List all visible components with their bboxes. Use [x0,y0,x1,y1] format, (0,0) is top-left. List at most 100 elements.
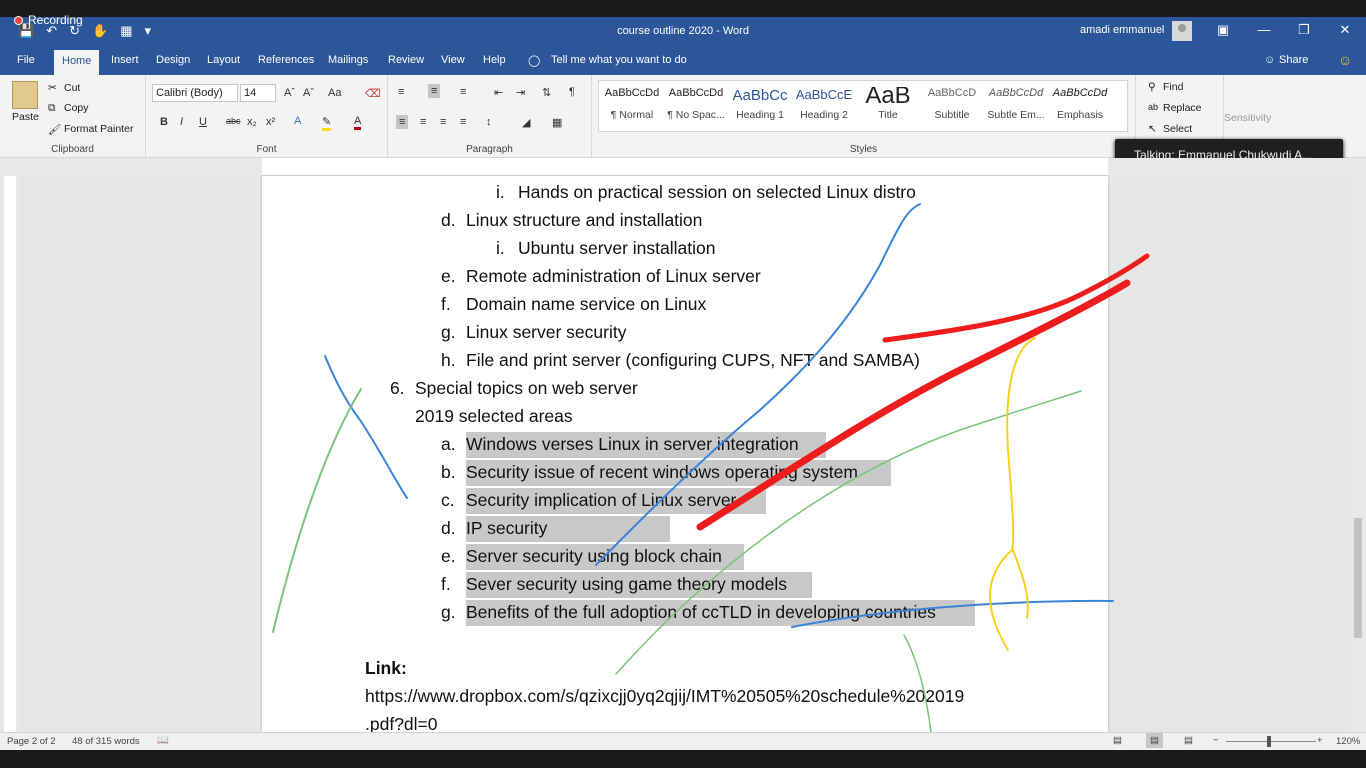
increase-indent-icon[interactable]: ⇥ [516,86,525,99]
align-right-icon[interactable]: ≡ [440,116,446,128]
vertical-scrollbar[interactable] [1350,158,1366,732]
zoom-out-icon[interactable]: − [1213,735,1219,746]
style-subtitle[interactable]: AaBbCcD Subtitle [921,87,983,121]
read-mode-icon[interactable]: ▤ [1113,735,1122,746]
tell-me-search[interactable]: Tell me what you want to do [551,54,687,66]
shrink-font-icon[interactable]: Aˇ [303,87,314,99]
style-emphasis[interactable]: AaBbCcDd Emphasis [1049,87,1111,121]
grow-font-icon[interactable]: Aˆ [284,87,295,99]
borders-icon[interactable]: ▦ [552,116,562,129]
sensitivity-button[interactable]: Sensitivity [1224,112,1271,124]
zoom-slider-thumb[interactable] [1267,736,1271,747]
copy-icon[interactable]: ⧉ [48,102,56,115]
list-item[interactable]: Server security using block chain [466,546,722,567]
list-item[interactable]: Benefits of the full adoption of ccTLD i… [466,602,936,623]
proofing-icon[interactable]: 📖 [157,735,169,746]
style-subtle-emphasis[interactable]: AaBbCcDd Subtle Em... [985,87,1047,121]
replace-button[interactable]: Replace [1163,102,1202,114]
close-icon[interactable]: ✕ [1335,22,1355,38]
vertical-ruler[interactable] [0,176,20,732]
link-line-2[interactable]: .pdf?dl=0 [365,714,438,732]
tab-design[interactable]: Design [156,54,190,66]
minimize-icon[interactable]: — [1254,22,1274,37]
word-count[interactable]: 48 of 315 words [72,736,140,747]
numbering-icon[interactable]: ≡ [428,84,441,98]
list-item[interactable]: 2019 selected areas [415,406,573,427]
list-item[interactable]: Security implication of Linux server [466,490,736,511]
text-effects-icon[interactable]: A [294,115,301,127]
clear-formatting-icon[interactable]: ⌫ [365,87,381,100]
list-item[interactable]: Security issue of recent windows operati… [466,462,858,483]
copy-button[interactable]: Copy [64,102,89,114]
select-button[interactable]: Select [1163,123,1192,135]
bullets-icon[interactable]: ≡ [398,86,404,98]
tab-file[interactable]: File [17,54,35,66]
horizontal-ruler[interactable] [262,158,1108,176]
web-layout-icon[interactable]: ▤ [1184,735,1193,746]
list-item[interactable]: File and print server (configuring CUPS,… [466,350,920,371]
tab-insert[interactable]: Insert [111,54,139,66]
select-icon[interactable]: ↖ [1148,123,1157,135]
style-normal[interactable]: AaBbCcDd ¶ Normal [601,87,663,121]
multilevel-list-icon[interactable]: ≡ [460,86,466,98]
font-color-icon[interactable]: A [354,115,362,130]
avatar[interactable] [1172,21,1192,41]
underline-icon[interactable]: U [199,116,207,128]
format-painter-button[interactable]: Format Painter [64,123,133,135]
shading-icon[interactable]: ◢ [522,116,530,129]
paste-icon[interactable] [12,81,38,109]
style-title[interactable]: AaB Title [857,87,919,121]
tab-mailings[interactable]: Mailings [328,54,368,66]
tab-home[interactable]: Home [54,50,100,75]
italic-icon[interactable]: I [180,116,183,128]
change-case-icon[interactable]: Aa [328,87,341,99]
justify-icon[interactable]: ≡ [460,116,466,128]
list-item[interactable]: Remote administration of Linux server [466,266,761,287]
font-size-select[interactable]: 14 [240,84,276,102]
tab-layout[interactable]: Layout [207,54,240,66]
list-item[interactable]: Domain name service on Linux [466,294,706,315]
format-painter-icon[interactable]: 🖌 [48,123,61,136]
line-spacing-icon[interactable]: ↕ [486,116,492,128]
find-icon[interactable]: ⚲ [1148,81,1156,93]
restore-icon[interactable]: ❐ [1294,22,1314,38]
list-item[interactable]: Sever security using game theory models [466,574,787,595]
strikethrough-icon[interactable]: abc [226,116,241,126]
bold-icon[interactable]: B [160,116,168,128]
list-item[interactable]: Hands on practical session on selected L… [518,182,916,203]
cut-button[interactable]: Cut [64,82,80,94]
zoom-level[interactable]: 120% [1336,736,1360,747]
list-item[interactable]: Linux structure and installation [466,210,702,231]
replace-icon[interactable]: ab [1148,102,1158,112]
zoom-slider[interactable] [1226,741,1316,742]
ribbon-display-icon[interactable]: ▣ [1213,22,1233,38]
sort-icon[interactable]: ⇅ [542,86,551,99]
page-count[interactable]: Page 2 of 2 [7,736,56,747]
font-name-select[interactable]: Calibri (Body) [152,84,238,102]
subscript-icon[interactable]: x₂ [247,116,257,128]
list-item[interactable]: Special topics on web server [415,378,638,399]
tab-help[interactable]: Help [483,54,506,66]
list-item[interactable]: IP security [466,518,547,539]
scrollbar-thumb[interactable] [1354,518,1362,638]
find-button[interactable]: Find [1163,81,1183,93]
paste-button[interactable]: Paste [12,111,39,123]
list-item[interactable]: Windows verses Linux in server integrati… [466,434,799,455]
link-line-1[interactable]: https://www.dropbox.com/s/qzixcjj0yq2qji… [365,686,964,707]
list-item[interactable]: Ubuntu server installation [518,238,715,259]
style-heading-1[interactable]: AaBbCc Heading 1 [729,87,791,121]
share-icon[interactable]: ☺ [1264,54,1275,66]
show-formatting-icon[interactable]: ¶ [569,86,575,98]
style-heading-2[interactable]: AaBbCcE Heading 2 [793,87,855,121]
superscript-icon[interactable]: x² [266,116,275,128]
cut-icon[interactable]: ✂ [48,82,57,94]
align-center-icon[interactable]: ≡ [420,116,426,128]
list-item[interactable]: Linux server security [466,322,626,343]
user-name[interactable]: amadi emmanuel [1080,24,1164,36]
tab-references[interactable]: References [258,54,314,66]
tab-review[interactable]: Review [388,54,424,66]
decrease-indent-icon[interactable]: ⇤ [494,86,503,99]
tab-view[interactable]: View [441,54,465,66]
highlight-icon[interactable]: ✎ [322,115,332,131]
document-page[interactable]: i. Hands on practical session on selected… [262,176,1108,732]
